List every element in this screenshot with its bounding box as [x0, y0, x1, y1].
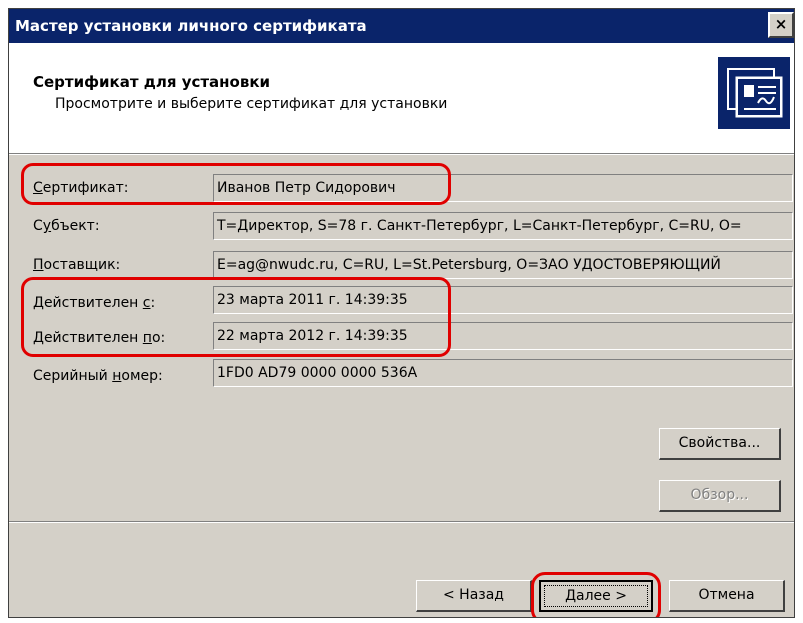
certificate-field[interactable]: Иванов Петр Сидорович: [213, 174, 793, 202]
issuer-field[interactable]: E=ag@nwudc.ru, C=RU, L=St.Petersburg, O=…: [213, 251, 793, 279]
properties-button-label: Свойства...: [678, 435, 761, 451]
title-bar[interactable]: Мастер установки личного сертификата ×: [9, 9, 794, 43]
header-subtitle: Просмотрите и выберите сертификат для ус…: [55, 96, 448, 112]
close-button[interactable]: ×: [768, 12, 794, 38]
next-button-focus: Далее >: [544, 585, 648, 607]
subject-label: Субъект:: [33, 218, 100, 234]
valid-from-label: Действителен с:: [33, 295, 156, 311]
back-button[interactable]: < Назад: [416, 580, 532, 612]
certificate-label: Сертификат:: [33, 180, 129, 196]
header-title: Сертификат для установки: [33, 73, 271, 91]
close-icon: ×: [774, 15, 788, 33]
valid-from-field[interactable]: 23 марта 2011 г. 14:39:35: [213, 286, 793, 314]
certificate-icon: [718, 57, 790, 129]
next-button-label: Далее >: [565, 588, 627, 604]
subject-field[interactable]: T=Директор, S=78 г. Санкт-Петербург, L=С…: [213, 212, 793, 240]
properties-button[interactable]: Свойства...: [659, 428, 781, 460]
issuer-label: Поставщик:: [33, 257, 121, 273]
wizard-window: Мастер установки личного сертификата × С…: [8, 8, 795, 618]
valid-to-field[interactable]: 22 марта 2012 г. 14:39:35: [213, 322, 793, 350]
footer-separator: [9, 521, 794, 523]
back-button-label: < Назад: [443, 587, 504, 603]
browse-button[interactable]: Обзор...: [659, 480, 781, 512]
next-button[interactable]: Далее >: [539, 580, 653, 612]
window-title: Мастер установки личного сертификата: [15, 17, 367, 35]
valid-to-label: Действителен по:: [33, 330, 166, 346]
serial-number-field[interactable]: 1FD0 AD79 0000 0000 536A: [213, 359, 793, 387]
browse-button-label: Обзор...: [690, 487, 749, 503]
cancel-button-label: Отмена: [698, 587, 755, 603]
wizard-header: Сертификат для установки Просмотрите и в…: [9, 43, 794, 155]
serial-number-label: Серийный номер:: [33, 368, 163, 384]
cancel-button[interactable]: Отмена: [669, 580, 785, 612]
